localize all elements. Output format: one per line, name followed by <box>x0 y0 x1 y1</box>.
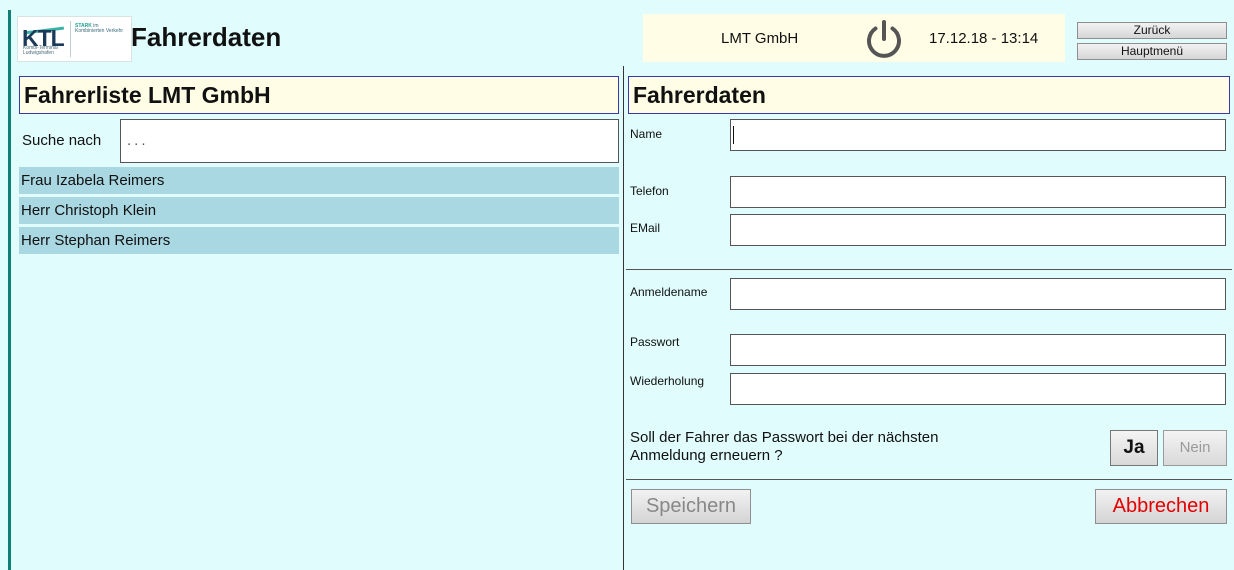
password-repeat-label: Wiederholung <box>630 374 705 388</box>
header: KTL Kombi-Terminal Ludwigshafen STARK im… <box>11 10 1234 66</box>
email-input[interactable] <box>730 214 1226 246</box>
username-label: Anmeldename <box>630 285 708 299</box>
company-box: LMT GmbH <box>643 14 919 62</box>
logo-tagline: STARK im Kombinierten Verkehr <box>75 24 129 34</box>
phone-label: Telefon <box>630 184 669 198</box>
email-label: EMail <box>630 221 661 235</box>
no-button[interactable]: Nein <box>1163 430 1227 466</box>
save-button[interactable]: Speichern <box>631 489 751 524</box>
yes-button[interactable]: Ja <box>1110 430 1158 466</box>
renew-password-question: Soll der Fahrer das Passwort bei der näc… <box>630 429 939 464</box>
page-title: Fahrerdaten <box>131 22 282 52</box>
logo-subtext: Kombi-Terminal Ludwigshafen <box>23 45 58 56</box>
text-caret <box>733 126 734 144</box>
name-input[interactable] <box>730 119 1226 151</box>
search-input[interactable]: ... <box>120 119 619 163</box>
ktl-logo: KTL Kombi-Terminal Ludwigshafen STARK im… <box>17 16 132 62</box>
driver-list-title: Fahrerliste LMT GmbH <box>19 76 619 114</box>
datetime-box: 17.12.18 - 13:14 <box>915 14 1065 62</box>
password-repeat-input[interactable] <box>730 373 1226 405</box>
logo-separator <box>70 21 71 57</box>
main-menu-button[interactable]: Hauptmenü <box>1077 43 1227 60</box>
section-divider <box>626 269 1232 270</box>
driver-list-item[interactable]: Herr Stephan Reimers <box>19 227 619 254</box>
name-label: Name <box>630 127 663 141</box>
phone-input[interactable] <box>730 176 1226 208</box>
driver-form-panel: Fahrerdaten Name Telefon EMail Anmeldena… <box>624 66 1234 570</box>
username-input[interactable] <box>730 278 1226 310</box>
actions-divider <box>626 479 1232 480</box>
driver-list-panel: Fahrerliste LMT GmbH Suche nach ... Frau… <box>11 66 623 570</box>
back-button[interactable]: Zurück <box>1077 22 1227 39</box>
cancel-button[interactable]: Abbrechen <box>1095 489 1227 524</box>
driver-list-item[interactable]: Frau Izabela Reimers <box>19 167 619 194</box>
password-input[interactable] <box>730 334 1226 366</box>
password-label: Passwort <box>630 335 680 349</box>
datetime: 17.12.18 - 13:14 <box>929 30 1039 47</box>
search-label: Suche nach <box>22 132 102 149</box>
driver-form-title: Fahrerdaten <box>628 76 1230 114</box>
power-icon[interactable] <box>864 19 904 59</box>
driver-list-item[interactable]: Herr Christoph Klein <box>19 197 619 224</box>
driver-list: Frau Izabela Reimers Herr Christoph Klei… <box>19 167 619 257</box>
company-name: LMT GmbH <box>721 30 799 47</box>
